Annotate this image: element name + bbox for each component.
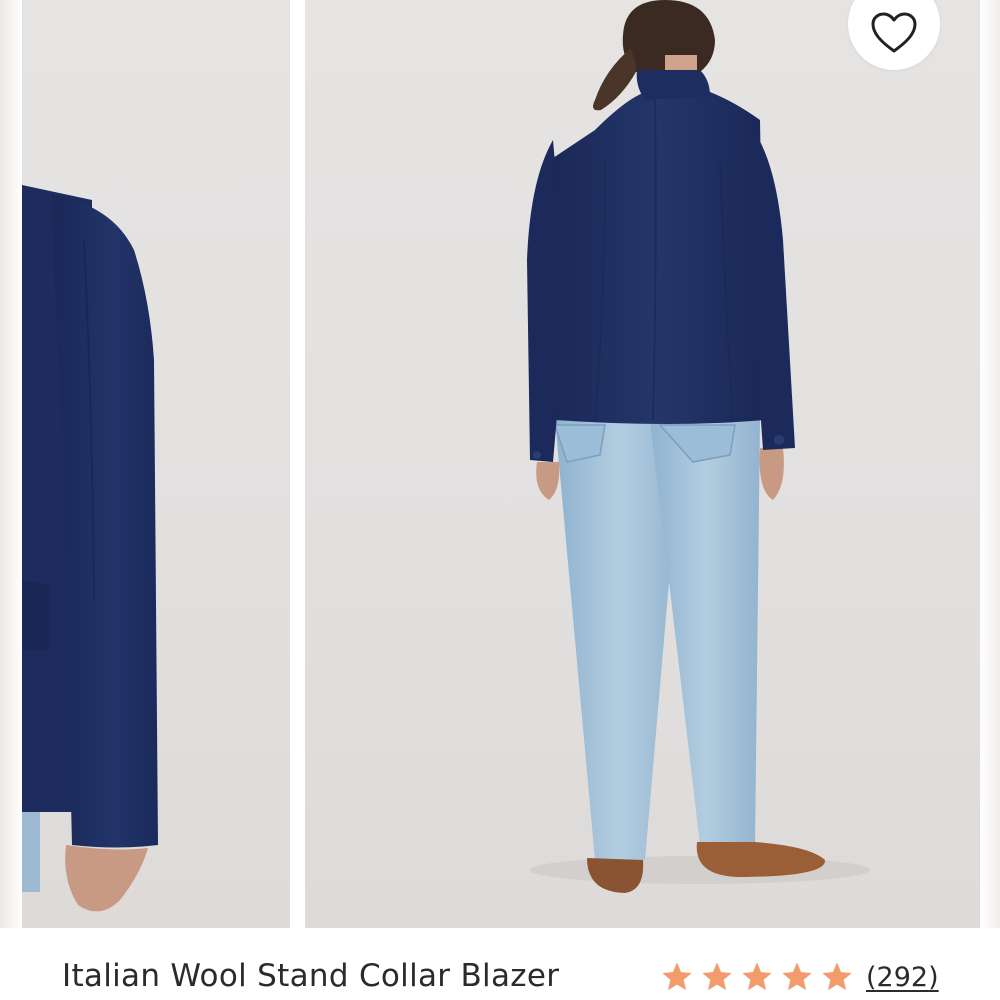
star-icon [702, 962, 732, 991]
review-count-open-paren: ( [866, 961, 877, 993]
star-icon [782, 962, 812, 991]
rating-stars [660, 960, 854, 994]
product-page: Italian Wool Stand Collar Blazer (292) [0, 0, 1000, 1000]
back-view-illustration [527, 0, 870, 893]
review-count: 292 [876, 961, 929, 993]
star-icon [662, 962, 692, 991]
heart-icon [871, 12, 917, 53]
product-info: Italian Wool Stand Collar Blazer (292) [0, 928, 1000, 1000]
sleeve-detail-image[interactable] [22, 0, 290, 928]
star-icon [822, 962, 852, 991]
review-count-link[interactable]: (292) [866, 962, 939, 993]
next-image-edge [980, 0, 1000, 930]
review-count-close-paren: ) [928, 961, 939, 993]
sleeve-detail-illustration [22, 185, 158, 912]
previous-image-edge [0, 0, 22, 930]
back-view-image[interactable] [305, 0, 980, 928]
product-title: Italian Wool Stand Collar Blazer [62, 958, 560, 994]
star-icon [742, 962, 772, 991]
product-rating[interactable]: (292) [660, 960, 939, 994]
